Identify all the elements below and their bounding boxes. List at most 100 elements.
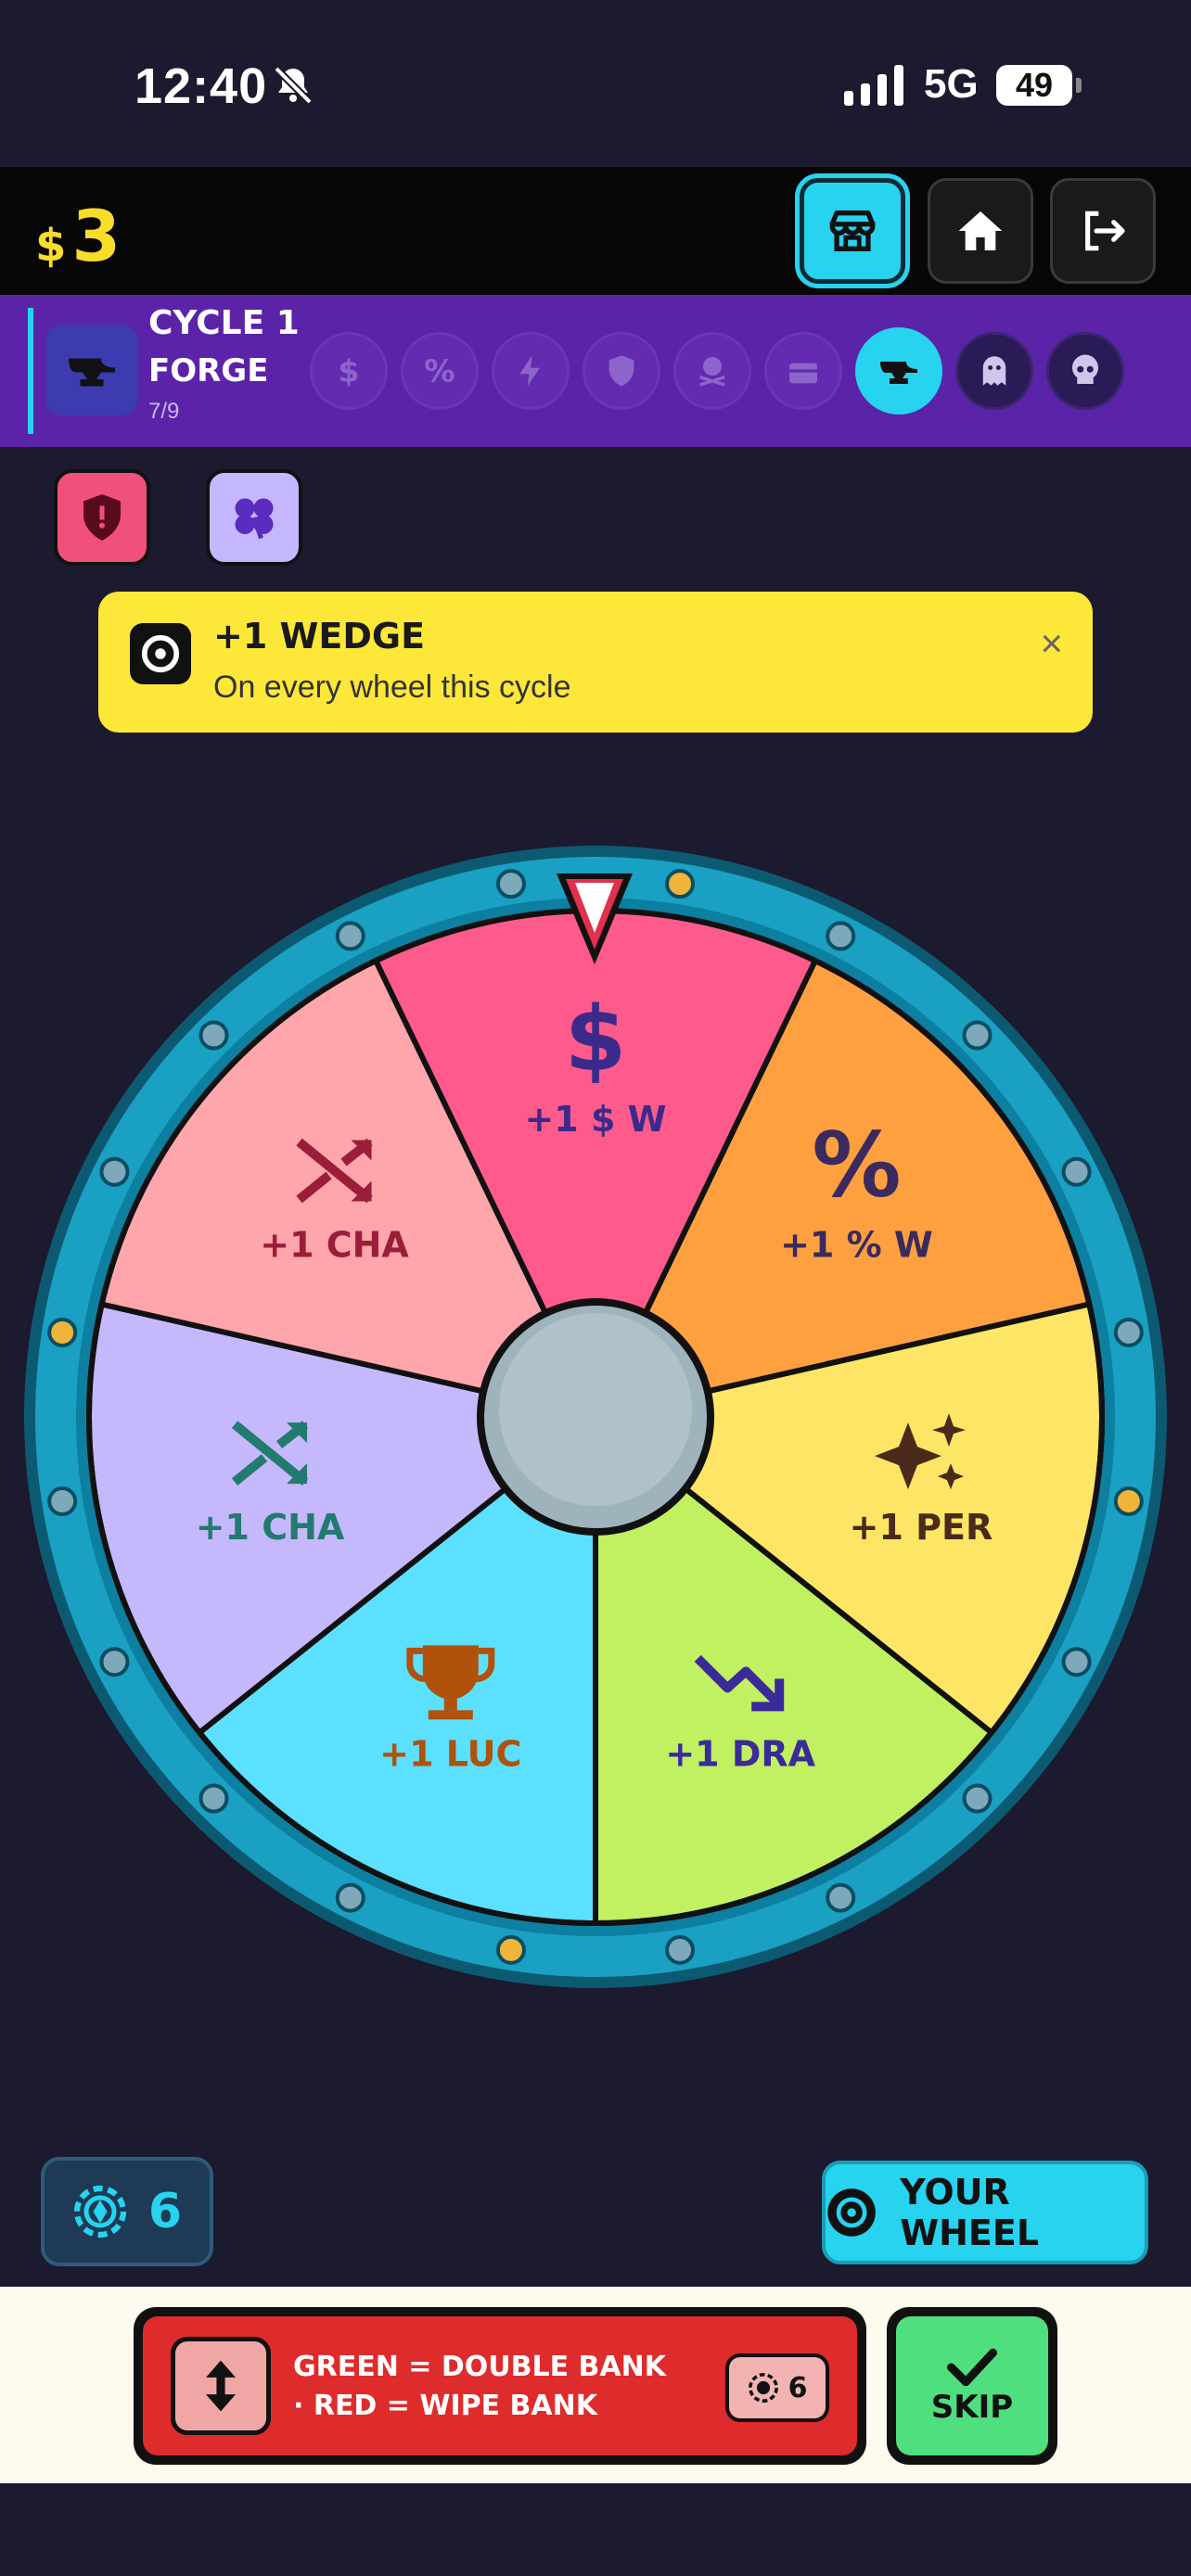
chip-icon <box>73 2185 127 2238</box>
rim-rivet <box>495 1934 526 1965</box>
exit-button[interactable] <box>1050 178 1156 284</box>
status-time: 12:40 <box>134 58 268 114</box>
node-anvil <box>855 327 942 414</box>
node-skull <box>1046 332 1124 410</box>
node-chest <box>764 332 842 410</box>
rim-rivet <box>47 1317 78 1347</box>
rim-rivet <box>1061 1647 1092 1677</box>
rim-rivet <box>962 1020 992 1051</box>
svg-text:$: $ <box>565 988 627 1091</box>
bet-text: GREEN = DOUBLE BANK · RED = WIPE BANK <box>293 2351 666 2422</box>
chip-icon <box>748 2373 778 2403</box>
swap-vertical-icon <box>171 2337 271 2435</box>
node-skull-crossbones <box>673 332 751 410</box>
close-icon[interactable]: × <box>1040 621 1063 666</box>
chest-icon <box>789 363 817 384</box>
cycle-stage: FORGE <box>148 352 269 389</box>
node-dollar: $ <box>310 332 388 410</box>
stage-badge <box>46 325 137 415</box>
rim-rivet <box>665 1934 696 1965</box>
skip-label: SKIP <box>930 2389 1014 2426</box>
anvil-icon <box>69 358 115 387</box>
top-bar: $ 3 <box>0 167 1191 295</box>
battery-indicator: 49 <box>996 65 1082 106</box>
cycle-progress: 7/9 <box>148 399 180 424</box>
svg-text:%: % <box>812 1114 901 1218</box>
rim-rivet <box>335 921 365 951</box>
cycle-bar: CYCLE 1 FORGE 7/9 $ % <box>0 295 1191 447</box>
balance-amount: 3 <box>71 195 122 277</box>
rim-rivet <box>1113 1486 1144 1517</box>
wheel-segment-label: +1 LUC <box>379 1733 521 1774</box>
rim-rivet <box>198 1783 229 1814</box>
node-ghost <box>955 332 1033 410</box>
rim-rivet <box>198 1020 229 1051</box>
node-bolt <box>492 332 570 410</box>
clover-icon <box>235 498 274 540</box>
cycle-title: CYCLE 1 <box>148 304 300 342</box>
rim-rivet <box>99 1647 130 1677</box>
wedge-toast: +1 WEDGE On every wheel this cycle × <box>98 592 1093 733</box>
rim-rivet <box>495 869 526 899</box>
rim-rivet <box>826 1882 856 1913</box>
bet-cost-value: 6 <box>788 2371 808 2404</box>
bottom-safe-area <box>0 2483 1191 2576</box>
percent-icon: % <box>424 353 455 389</box>
wheel-segment-label: +1 DRA <box>665 1733 815 1774</box>
wheel-segment-label: +1 % W <box>780 1225 933 1266</box>
rim-rivet <box>962 1783 992 1814</box>
bolt-icon <box>519 355 540 387</box>
home-icon <box>958 211 1003 250</box>
footer-panel: GREEN = DOUBLE BANK · RED = WIPE BANK 6 … <box>0 2287 1191 2483</box>
skull-crossbones-icon <box>699 357 725 387</box>
rim-rivet <box>335 1882 365 1913</box>
toast-title: +1 WEDGE <box>213 616 426 657</box>
svg-text:%: % <box>424 353 455 389</box>
node-shield <box>583 332 660 410</box>
bell-muted-icon <box>274 66 313 105</box>
prize-wheel[interactable]: $ +1 $ W % +1 % W +1 PER +1 DRA +1 LUC +1 CHA +1… <box>20 842 1171 1992</box>
wheel-pointer <box>557 874 633 964</box>
chips-count: 6 <box>147 2184 183 2239</box>
wheel-segment-label: +1 CHA <box>196 1507 345 1548</box>
dollar-icon: $ <box>565 988 627 1091</box>
rim-rivet <box>1113 1317 1144 1347</box>
dollar-icon: $ <box>338 353 359 389</box>
home-button[interactable] <box>928 178 1033 284</box>
perk-clover[interactable] <box>206 469 302 566</box>
rim-rivet <box>665 869 696 899</box>
your-wheel-label: YOUR WHEEL <box>900 2172 1040 2253</box>
cycle-accent <box>28 308 33 434</box>
rim-rivet <box>826 921 856 951</box>
shop-button[interactable] <box>800 178 905 284</box>
toast-subtitle: On every wheel this cycle <box>213 670 571 705</box>
perk-shield[interactable] <box>54 469 150 566</box>
logout-icon <box>1085 210 1125 251</box>
signal-icon <box>844 65 903 106</box>
shield-icon <box>83 494 121 541</box>
balance: $ 3 <box>35 195 121 277</box>
anvil-icon <box>880 362 917 384</box>
bet-button[interactable]: GREEN = DOUBLE BANK · RED = WIPE BANK 6 <box>134 2307 866 2465</box>
svg-text:$: $ <box>338 353 359 389</box>
rim-rivet <box>1061 1156 1092 1187</box>
network-label: 5G <box>924 61 979 107</box>
store-icon <box>829 210 876 251</box>
skip-button[interactable]: SKIP <box>887 2307 1057 2465</box>
bet-cost: 6 <box>725 2353 829 2422</box>
chips-counter[interactable]: 6 <box>41 2157 213 2266</box>
wheel-icon <box>827 2188 876 2237</box>
wheel-segment-label: +1 CHA <box>260 1225 409 1266</box>
node-percent: % <box>401 332 479 410</box>
wheel-segment-label: +1 $ W <box>524 1099 666 1140</box>
currency-symbol: $ <box>35 220 67 272</box>
wheel-icon <box>130 623 191 684</box>
rim-rivet <box>99 1156 130 1187</box>
skull-icon <box>1072 354 1098 384</box>
shield-icon <box>608 355 634 387</box>
your-wheel-button[interactable]: YOUR WHEEL <box>822 2161 1148 2264</box>
wheel-segment-label: +1 PER <box>850 1507 993 1548</box>
percent-icon: % <box>812 1114 901 1218</box>
status-bar: 12:40 5G 49 <box>0 0 1191 167</box>
rim-rivet <box>47 1486 78 1517</box>
